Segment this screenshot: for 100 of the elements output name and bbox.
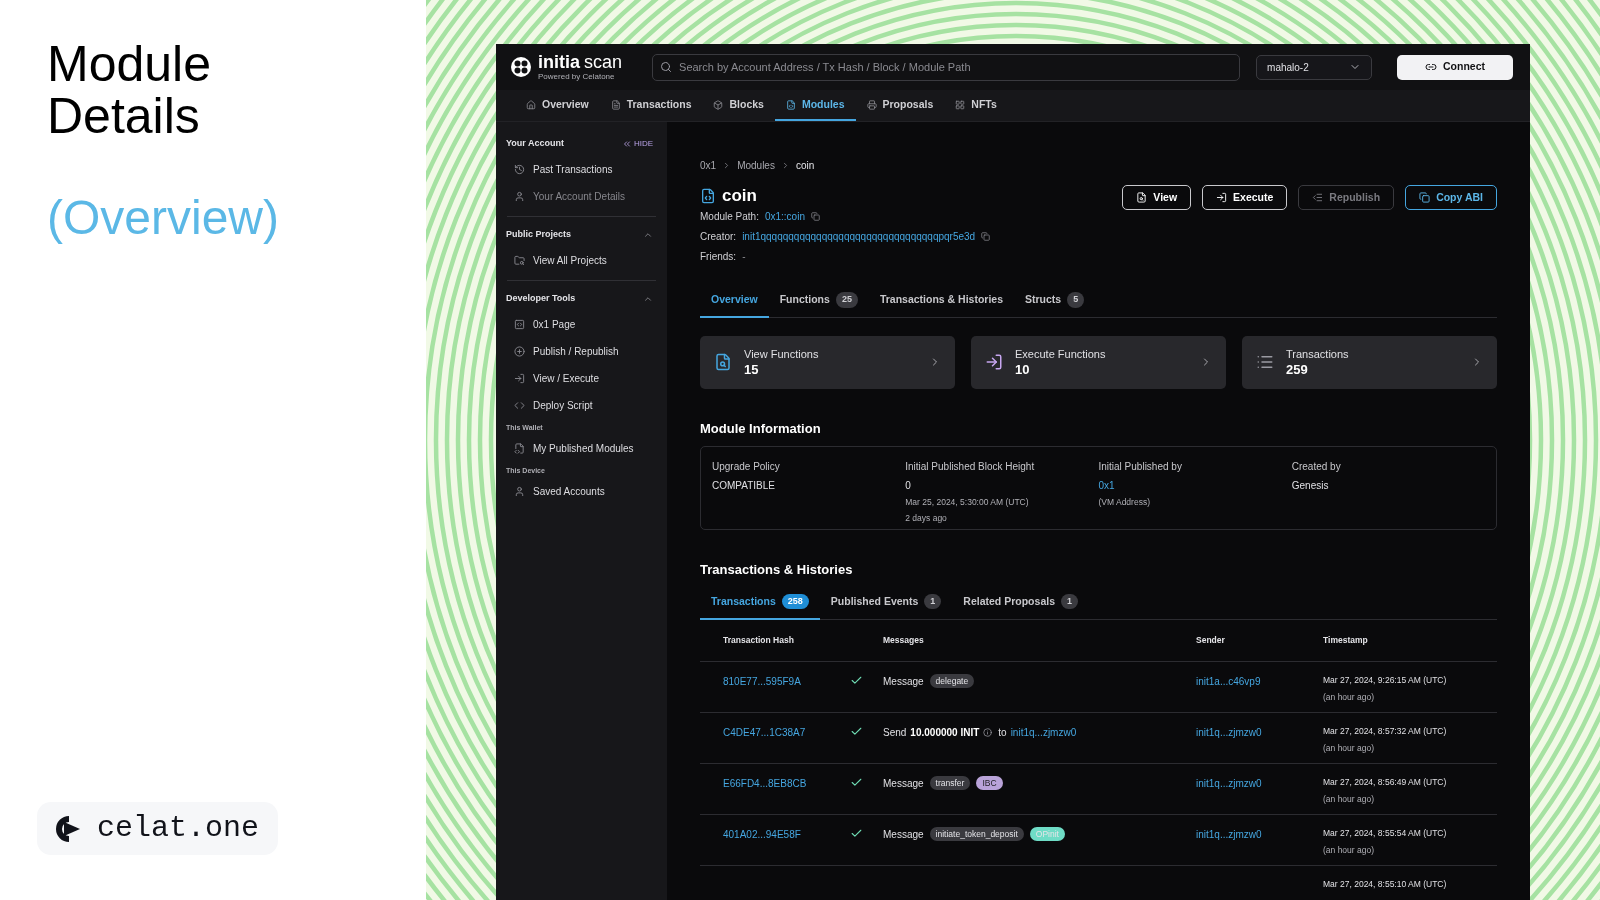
cube-icon xyxy=(713,99,724,110)
link-icon xyxy=(1425,61,1437,73)
stat-label: Execute Functions xyxy=(1015,346,1107,362)
action-button[interactable]: Copy ABI xyxy=(1405,185,1497,210)
plus-circle-icon xyxy=(514,346,525,357)
address-link[interactable]: init1q...zjmzw0 xyxy=(1010,724,1077,740)
hash-link[interactable]: E66FD4...8EB8CB xyxy=(723,777,807,789)
stat-card[interactable]: View Functions 15 xyxy=(700,335,955,389)
tab[interactable]: Structs 5 xyxy=(1014,292,1096,318)
field-value: - xyxy=(742,250,746,264)
message-tag: IBC xyxy=(976,775,1003,791)
sender-link[interactable]: init1q...zjmzw0 xyxy=(1196,726,1262,738)
user-icon xyxy=(514,486,525,497)
message-tag: OPinit xyxy=(1029,826,1065,842)
column-header: Timestamp xyxy=(1323,633,1369,647)
stat-card[interactable]: Transactions 259 xyxy=(1242,335,1497,389)
message-text: to xyxy=(998,725,1007,740)
login-icon xyxy=(985,353,1003,372)
nav-tab[interactable]: NFTs xyxy=(944,90,1008,121)
slide-subtitle: (Overview) xyxy=(47,190,280,246)
info-value: COMPATIBLE xyxy=(712,479,776,494)
sender-link[interactable]: init1a...c46vp9 xyxy=(1196,675,1261,687)
action-button[interactable]: Execute xyxy=(1202,185,1288,210)
section-title: Transactions & Histories xyxy=(700,561,854,580)
nav-tab[interactable]: Overview xyxy=(515,90,600,121)
count-badge: 1 xyxy=(924,593,942,610)
file-search-icon xyxy=(714,353,732,372)
nav-tab[interactable]: Modules xyxy=(774,90,856,121)
breadcrumb-link[interactable]: Modules xyxy=(737,158,775,173)
nav-tab[interactable]: Transactions xyxy=(599,90,703,121)
sender-link[interactable]: init1q...zjmzw0 xyxy=(1196,777,1262,789)
info-value: 0 xyxy=(905,479,912,494)
brand-name: celat.one xyxy=(97,810,260,847)
code-file-icon xyxy=(700,187,716,204)
tab[interactable]: Related Proposals 1 xyxy=(952,593,1089,620)
connect-button[interactable]: Connect xyxy=(1397,54,1513,80)
timestamp-text: Mar 27, 2024, 8:56:49 AM (UTC) xyxy=(1323,775,1448,789)
copy-icon[interactable] xyxy=(810,212,820,221)
timestamp-text: Mar 27, 2024, 8:55:10 AM (UTC) xyxy=(1323,877,1448,891)
hash-link[interactable]: 810E77...595F9A xyxy=(723,675,801,687)
field-label: Creator: xyxy=(700,230,737,244)
slide-title: Module Details xyxy=(47,38,212,142)
login-icon xyxy=(514,373,525,384)
breadcrumb-link[interactable]: 0x1 xyxy=(700,158,717,173)
breadcrumb-current: coin xyxy=(795,159,815,173)
section-title: Module Information xyxy=(700,419,822,438)
tab[interactable]: Overview xyxy=(700,292,769,318)
relative-time: (an hour ago) xyxy=(1323,742,1376,755)
sidebar-item[interactable]: My Published Modules xyxy=(506,435,657,462)
printer-icon xyxy=(866,99,877,110)
chevron-up-icon[interactable] xyxy=(643,294,653,304)
folder-search-icon xyxy=(514,255,525,266)
code-file-icon xyxy=(785,99,796,110)
field-link[interactable]: 0x1::coin xyxy=(764,209,805,224)
message-tag: transfer xyxy=(929,775,971,791)
stat-card[interactable]: Execute Functions 10 xyxy=(971,335,1226,389)
sidebar-item[interactable]: 0x1 Page xyxy=(506,311,657,338)
sidebar-item[interactable]: Publish / Republish xyxy=(506,338,657,365)
info-note: 2 days ago xyxy=(905,512,948,525)
field-label: Friends: xyxy=(700,250,737,264)
copy-icon xyxy=(1419,192,1431,203)
tab[interactable]: Published Events 1 xyxy=(819,593,953,620)
column-header: Messages xyxy=(883,633,925,647)
hide-button[interactable]: HIDE xyxy=(621,138,653,150)
count-badge: 258 xyxy=(781,593,809,610)
search-field[interactable]: Search by Account Address / Tx Hash / Block / Module Path xyxy=(652,53,1241,81)
chevron-up-icon[interactable] xyxy=(643,230,653,240)
hash-link[interactable]: 401A02...94E58F xyxy=(723,828,801,840)
info-label: Created by xyxy=(1291,460,1342,475)
indent-icon xyxy=(1312,192,1324,203)
sidebar-item[interactable]: Deploy Script xyxy=(506,392,657,419)
sidebar-item[interactable]: View All Projects xyxy=(506,247,657,274)
column-header: Sender xyxy=(1196,633,1226,647)
sidebar-item[interactable]: Past Transactions xyxy=(506,156,657,183)
stat-label: View Functions xyxy=(744,346,820,362)
tab[interactable]: Functions 25 xyxy=(768,292,869,318)
action-button[interactable]: View xyxy=(1122,185,1192,210)
info-note: (VM Address) xyxy=(1098,496,1151,509)
hash-link[interactable]: C4DE47...1C38A7 xyxy=(723,726,806,738)
info-icon[interactable] xyxy=(983,727,993,737)
count-badge: 1 xyxy=(1061,593,1078,610)
info-link[interactable]: 0x1 xyxy=(1098,478,1292,494)
nav-tab[interactable]: Proposals xyxy=(855,90,945,121)
sender-link[interactable]: init1q...zjmzw0 xyxy=(1196,828,1262,840)
file-search-icon xyxy=(1136,192,1148,203)
grid-icon xyxy=(955,99,966,110)
copy-icon[interactable] xyxy=(981,232,991,241)
logo-tagline: Powered by Celatone xyxy=(538,73,616,81)
nav-tab[interactable]: Blocks xyxy=(702,90,775,121)
tab[interactable]: Transactions 258 xyxy=(700,593,820,620)
sidebar-item[interactable]: View / Execute xyxy=(506,365,657,392)
field-link[interactable]: init1qqqqqqqqqqqqqqqqqqqqqqqqqqqqqqqqpqr5e3d xyxy=(742,229,976,244)
timestamp-text: Mar 27, 2024, 8:57:32 AM (UTC) xyxy=(1323,724,1448,738)
column-header: Transaction Hash xyxy=(723,633,795,647)
stat-label: Transactions xyxy=(1286,346,1350,362)
user-icon xyxy=(514,191,525,202)
tab[interactable]: Transactions & Histories xyxy=(868,292,1014,318)
sidebar-item[interactable]: Saved Accounts xyxy=(506,478,657,505)
history-icon xyxy=(514,164,525,175)
network-select[interactable]: mahalo-2 xyxy=(1256,54,1373,80)
